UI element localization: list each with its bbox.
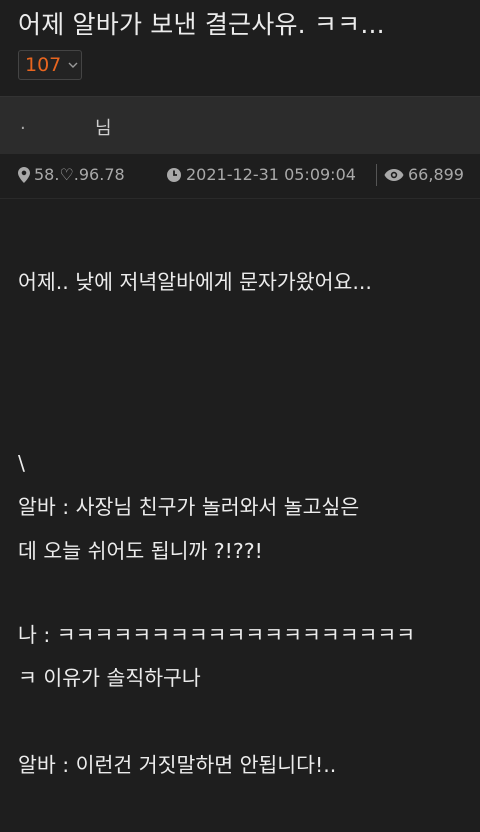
content-line: 알바 : 사장님 친구가 놀러와서 놀고싶은 bbox=[18, 495, 360, 519]
eye-icon bbox=[384, 168, 404, 181]
post-meta: 58.♡.96.78 2021-12-31 05:09:04 66,899 bbox=[0, 154, 480, 198]
content-line: 어제.. 낮에 저녁알바에게 문자가왔어요... bbox=[18, 270, 372, 294]
content-line: 알바 : 이런건 거짓말하면 안됩니다!.. bbox=[18, 753, 337, 777]
location-pin-icon bbox=[18, 166, 30, 183]
post-title: 어제 알바가 보낸 결근사유. ㅋㅋ... bbox=[18, 10, 385, 39]
clock-icon bbox=[167, 167, 181, 182]
vote-button[interactable]: 107 bbox=[18, 50, 82, 80]
vote-count: 107 bbox=[25, 54, 62, 76]
ip-info: 58.♡.96.78 bbox=[18, 165, 125, 184]
content-divider bbox=[0, 198, 480, 199]
post-date: 2021-12-31 05:09:04 bbox=[186, 165, 356, 184]
author-bar[interactable]: . 님 bbox=[0, 96, 480, 155]
date-info: 2021-12-31 05:09:04 bbox=[166, 165, 356, 184]
content-line: ㅋ 이유가 솔직하구나 bbox=[18, 666, 201, 690]
view-count: 66,899 bbox=[408, 165, 464, 184]
views-info: 66,899 bbox=[384, 165, 464, 184]
post-header: 어제 알바가 보낸 결근사유. ㅋㅋ... 107 bbox=[0, 0, 480, 96]
ip-address: 58.♡.96.78 bbox=[34, 165, 125, 184]
content-line: 데 오늘 쉬어도 됩니까 ?!??! bbox=[18, 539, 263, 563]
author-honorific: 님 bbox=[95, 118, 112, 139]
content-line: 나 : ㅋㅋㅋㅋㅋㅋㅋㅋㅋㅋㅋㅋㅋㅋㅋㅋㅋㅋㅋ bbox=[18, 623, 416, 647]
chevron-down-icon bbox=[68, 62, 78, 68]
content-line: \ bbox=[18, 451, 25, 475]
author-name-masked: . bbox=[20, 113, 26, 134]
meta-divider bbox=[376, 164, 377, 186]
